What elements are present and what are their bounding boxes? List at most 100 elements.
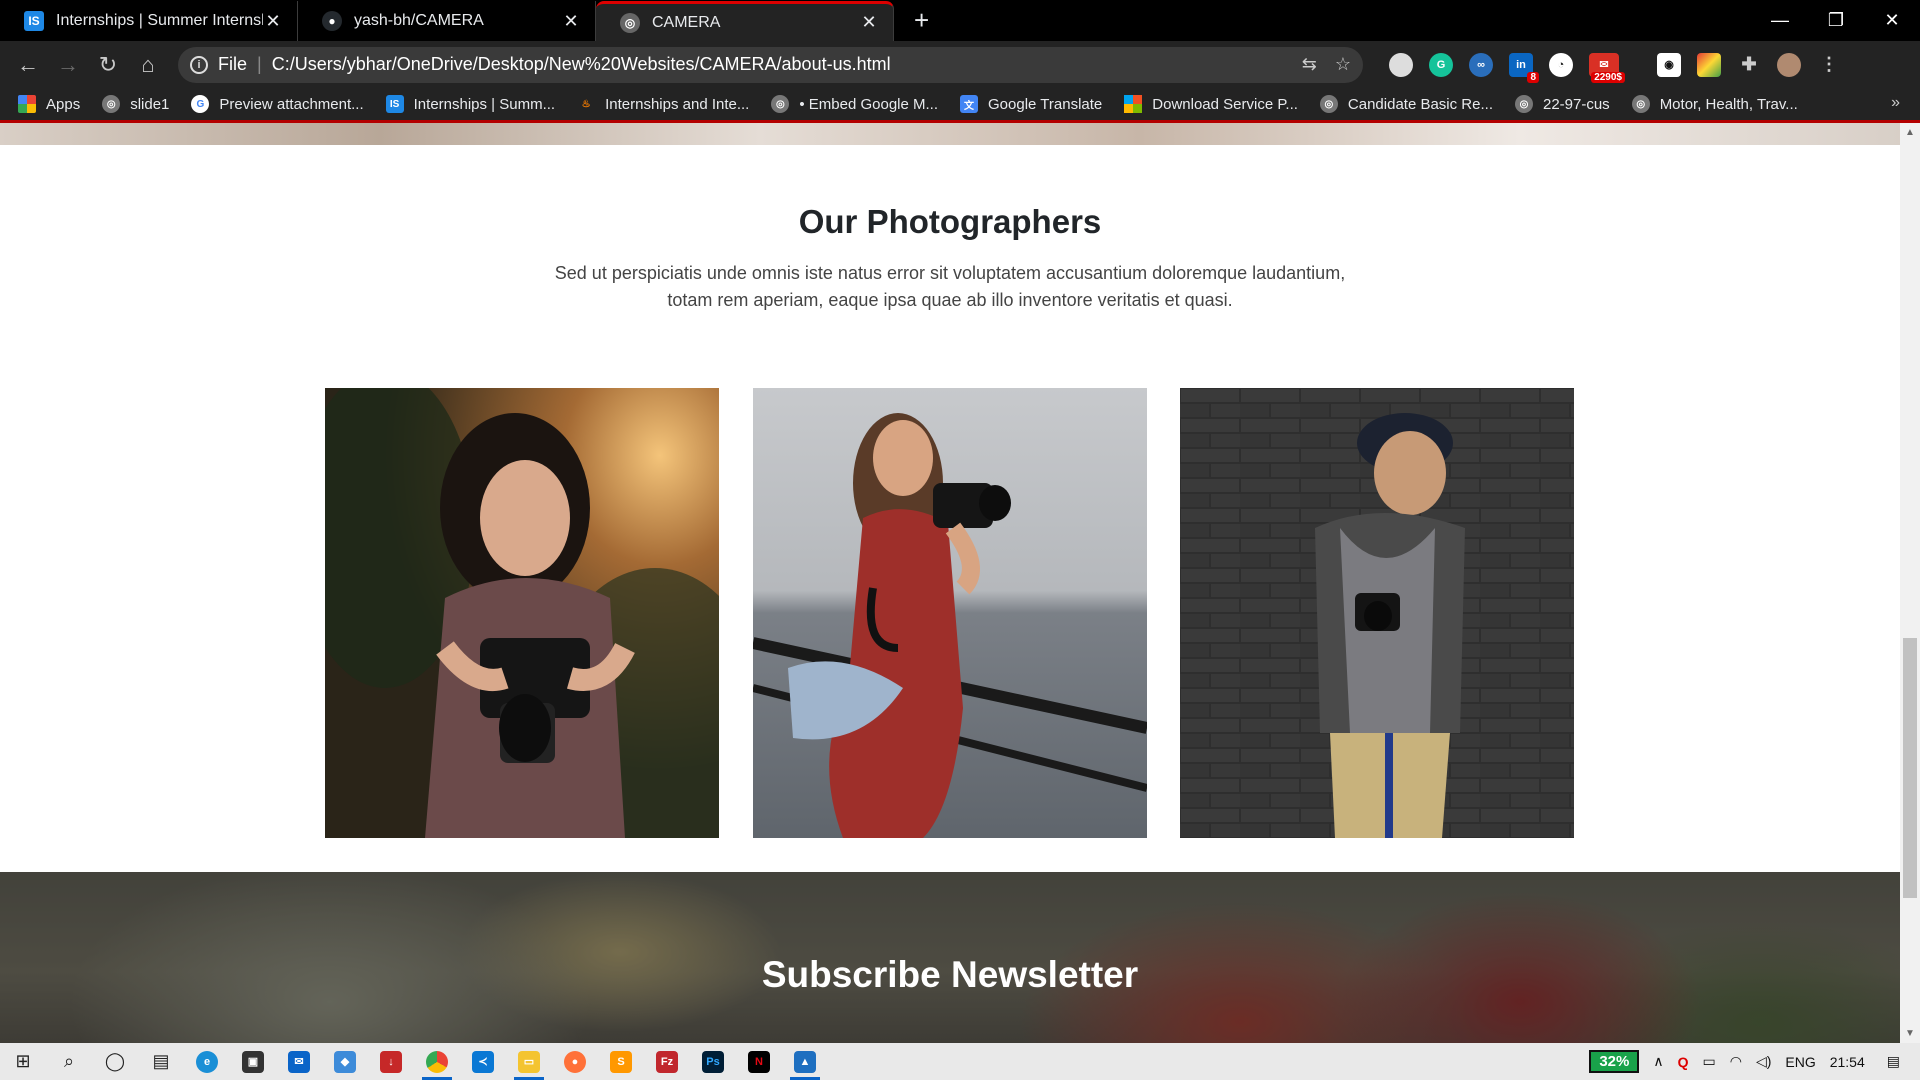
address-bar[interactable]: i File | C:/Users/ybhar/OneDrive/Desktop… (178, 46, 1363, 83)
restore-icon[interactable]: ❐ (1808, 0, 1864, 41)
linkedin-icon[interactable]: in 8 (1509, 52, 1539, 83)
search-icon[interactable]: ⌕ (46, 1043, 92, 1080)
bookmark-download-service[interactable]: Download Service P... (1124, 95, 1298, 113)
hero-image-bottom (0, 123, 1900, 145)
bookmark-internships-and-inte[interactable]: ♨ Internships and Inte... (577, 95, 750, 113)
wifi-icon[interactable]: ◠ (1730, 1053, 1742, 1070)
tab-camera[interactable]: ◎ CAMERA ✕ (596, 1, 894, 41)
scroll-down-icon[interactable]: ▼ (1900, 1028, 1920, 1039)
home-icon[interactable]: ⌂ (128, 45, 168, 85)
bookmark-label: 22-97-cus (1542, 95, 1610, 113)
tray-expand-icon[interactable]: ∧ (1653, 1053, 1663, 1070)
file-explorer-icon[interactable]: ▭ (506, 1043, 552, 1080)
site-info-icon[interactable]: i (190, 55, 208, 74)
close-window-icon[interactable]: ✕ (1864, 0, 1920, 41)
extensions-puzzle-icon[interactable]: ✚ (1737, 53, 1761, 77)
profile-avatar[interactable] (1777, 52, 1801, 77)
new-tab-button[interactable]: + (914, 1, 929, 41)
globe-icon: ◎ (1631, 95, 1650, 113)
browser-toolbar: ← → ↻ ⌂ i File | C:/Users/ybhar/OneDrive… (0, 41, 1920, 88)
store-icon[interactable]: ▣ (230, 1043, 276, 1080)
color-extension-icon[interactable] (1697, 52, 1721, 77)
page-scrollbar[interactable]: ▲ ▼ (1900, 123, 1920, 1043)
system-tray: 32% ∧ Q ▭ ◠ ◁) ENG 21:54 ▤ (1575, 1043, 1920, 1080)
close-tab-icon[interactable]: ✕ (561, 11, 581, 32)
minimize-icon[interactable]: — (1752, 0, 1808, 41)
netflix-icon[interactable]: N (736, 1043, 782, 1080)
bookmark-label: Download Service P... (1152, 95, 1298, 113)
url-text[interactable]: C:/Users/ybhar/OneDrive/Desktop/New%20We… (272, 54, 1284, 75)
reload-icon[interactable]: ↻ (88, 45, 128, 85)
extension-circle-icon[interactable] (1389, 52, 1413, 77)
language-indicator[interactable]: ENG (1785, 1054, 1815, 1070)
bookmark-star-icon[interactable]: ☆ (1335, 54, 1351, 75)
photographer-card-1[interactable] (325, 388, 719, 838)
bookmark-google-translate[interactable]: 文 Google Translate (960, 95, 1102, 113)
internshala-icon: IS (385, 95, 404, 113)
clock[interactable]: 21:54 (1830, 1054, 1865, 1070)
globe-icon: ◎ (102, 95, 121, 113)
menu-kebab-icon[interactable]: ⋮ (1817, 53, 1841, 77)
bookmark-label: • Embed Google M... (799, 95, 939, 113)
photographer-card-3[interactable] (1180, 388, 1574, 838)
translate-icon[interactable]: ⇆ (1302, 54, 1317, 75)
globe-icon: ◎ (1319, 95, 1338, 113)
bookmark-22-97-cus[interactable]: ◎ 22-97-cus (1514, 95, 1610, 113)
bookmark-candidate-basic[interactable]: ◎ Candidate Basic Re... (1319, 95, 1493, 113)
linkedin-badge: 8 (1527, 71, 1539, 83)
bookmark-label: Internships and Inte... (605, 95, 750, 113)
bookmark-label: Preview attachment... (219, 95, 364, 113)
photoshop-icon[interactable]: Ps (690, 1043, 736, 1080)
bookmark-preview-attachment[interactable]: G Preview attachment... (191, 95, 364, 113)
sublime-icon[interactable]: S (598, 1043, 644, 1080)
app-icon[interactable]: ◆ (322, 1043, 368, 1080)
mail-icon[interactable]: ✉ 2290$ (1589, 52, 1625, 83)
bookmark-internships[interactable]: IS Internships | Summ... (385, 95, 555, 113)
filezilla-icon[interactable]: Fz (644, 1043, 690, 1080)
download-manager-icon[interactable]: ↓ (368, 1043, 414, 1080)
extension-gauge-icon[interactable]: ◔ (1549, 52, 1573, 77)
photos-icon[interactable]: ▲ (782, 1043, 828, 1080)
battery-icon[interactable]: ▭ (1702, 1053, 1715, 1070)
scrollbar-thumb[interactable] (1903, 638, 1917, 898)
task-view-icon[interactable]: ▤ (138, 1043, 184, 1080)
mail-icon[interactable]: ✉ (276, 1043, 322, 1080)
tab-title: yash-bh/CAMERA (354, 12, 484, 29)
edge-icon[interactable]: e (184, 1043, 230, 1080)
bookmark-slide1[interactable]: ◎ slide1 (102, 95, 169, 113)
bookmark-apps[interactable]: Apps (18, 95, 80, 113)
more-bookmarks-icon[interactable]: » (1891, 94, 1900, 112)
vscode-icon[interactable]: ≺ (460, 1043, 506, 1080)
google-icon: G (191, 95, 210, 113)
battery-indicator[interactable]: 32% (1589, 1050, 1640, 1073)
extension-glasses-icon[interactable]: ∞ (1469, 52, 1493, 77)
photographer-card-2[interactable] (753, 388, 1147, 838)
close-tab-icon[interactable]: ✕ (263, 11, 283, 32)
extensions-area: G ∞ in 8 ◔ ✉ 2290$ ◉ ✚ ⋮ (1381, 52, 1849, 83)
url-separator: | (257, 54, 262, 74)
chrome-icon[interactable] (414, 1043, 460, 1080)
tab-strip: IS Internships | Summer Internship ✕ ● y… (0, 0, 1920, 41)
tab-internships[interactable]: IS Internships | Summer Internship ✕ (0, 1, 298, 41)
close-tab-icon[interactable]: ✕ (859, 12, 879, 33)
cortana-icon[interactable]: ◯ (92, 1043, 138, 1080)
tray-app-icon[interactable]: Q (1678, 1054, 1689, 1070)
windows-taskbar: ⊞ ⌕ ◯ ▤ e ▣ ✉ ◆ ↓ ≺ ▭ ● S Fz Ps N ▲ 32% … (0, 1043, 1920, 1080)
back-icon[interactable]: ← (8, 45, 48, 85)
bookmark-embed-google[interactable]: ◎ • Embed Google M... (771, 95, 938, 113)
github-icon: ● (322, 11, 342, 31)
url-scheme: File (218, 54, 248, 74)
grammarly-icon[interactable]: G (1429, 52, 1453, 77)
translate-icon: 文 (960, 95, 979, 113)
volume-icon[interactable]: ◁) (1756, 1053, 1771, 1070)
firefox-icon[interactable]: ● (552, 1043, 598, 1080)
notifications-icon[interactable]: ▤ (1887, 1053, 1900, 1070)
bookmark-label: slide1 (130, 95, 170, 113)
windows-start-icon[interactable]: ⊞ (0, 1043, 46, 1080)
tab-github[interactable]: ● yash-bh/CAMERA ✕ (298, 1, 596, 41)
scroll-up-icon[interactable]: ▲ (1900, 127, 1920, 138)
tab-title: Internships | Summer Internship (56, 12, 263, 29)
camera-extension-icon[interactable]: ◉ (1657, 52, 1681, 77)
forward-icon[interactable]: → (48, 45, 88, 85)
bookmark-motor-health[interactable]: ◎ Motor, Health, Trav... (1631, 95, 1798, 113)
